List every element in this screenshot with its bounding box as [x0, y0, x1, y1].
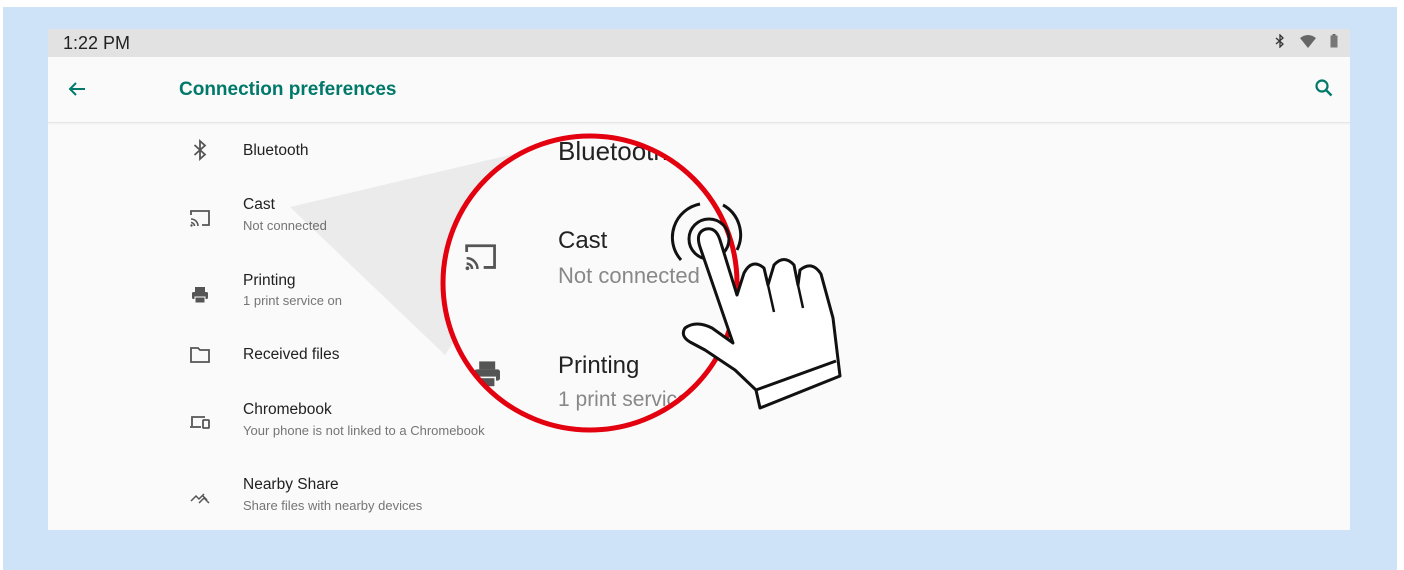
printer-icon	[192, 287, 208, 304]
item-label-received-files: Received files	[243, 346, 340, 363]
search-icon[interactable]	[1312, 76, 1336, 100]
page-title: Connection preferences	[179, 79, 397, 100]
cast-icon	[190, 210, 210, 227]
item-label-printing: Printing	[243, 272, 296, 289]
item-subtitle-chromebook: Your phone is not linked to a Chromebook	[243, 423, 485, 438]
item-subtitle-printing: 1 print service on	[243, 293, 342, 308]
list-item-printing[interactable]: Printing 1 print service on	[48, 253, 1350, 328]
chromebook-icon	[190, 416, 210, 429]
bluetooth-icon	[193, 138, 207, 162]
list-item-cast[interactable]: Cast Not connected	[48, 178, 1350, 253]
status-time: 1:22 PM	[63, 33, 131, 53]
battery-icon	[1330, 34, 1338, 48]
nearby-share-icon	[190, 493, 210, 504]
item-label-chromebook: Chromebook	[243, 401, 332, 418]
item-label-cast: Cast	[243, 196, 275, 213]
list-item-chromebook[interactable]: Chromebook Your phone is not linked to a…	[48, 383, 1350, 458]
list-item-received-files[interactable]: Received files	[48, 328, 1350, 383]
item-label-bluetooth: Bluetooth	[243, 142, 309, 159]
status-bar: 1:22 PM	[48, 29, 1350, 57]
item-label-nearby-share: Nearby Share	[243, 476, 339, 493]
app-bar: Connection preferences	[48, 57, 1350, 123]
list-item-nearby-share[interactable]: Nearby Share Share files with nearby dev…	[48, 458, 1350, 530]
device-screen: 1:22 PM Connection preferences Bluetooth…	[48, 29, 1350, 530]
back-arrow-icon[interactable]	[65, 77, 89, 101]
wifi-icon	[1300, 34, 1316, 48]
folder-icon	[190, 347, 210, 363]
status-icons	[1274, 34, 1338, 48]
bluetooth-icon	[1275, 34, 1284, 48]
list-item-bluetooth[interactable]: Bluetooth	[48, 123, 1350, 178]
item-subtitle-nearby-share: Share files with nearby devices	[243, 498, 423, 513]
item-subtitle-cast: Not connected	[243, 218, 327, 233]
